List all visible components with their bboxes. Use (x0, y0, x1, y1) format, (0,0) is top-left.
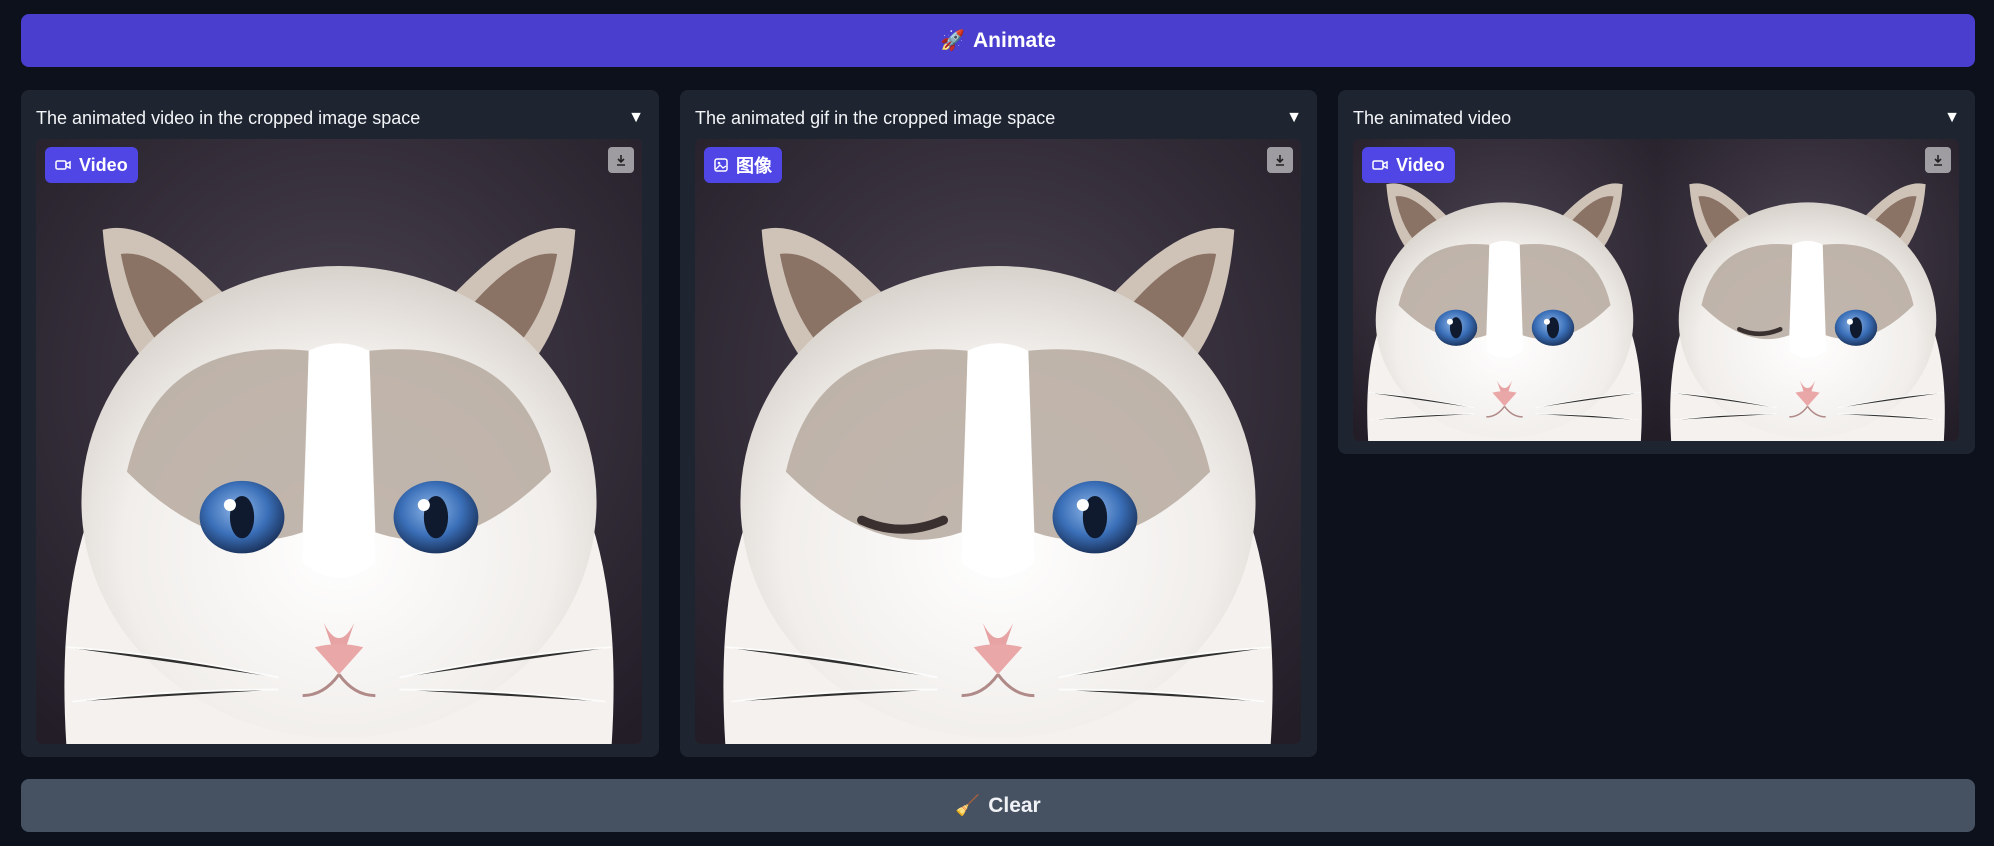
panel-title: The animated video in the cropped image … (36, 107, 421, 128)
cat-image-winking (695, 139, 1301, 744)
animate-button-label: Animate (973, 28, 1056, 52)
animate-button[interactable]: 🚀 Animate (21, 14, 1975, 67)
badge-label: 图像 (736, 156, 772, 176)
panel-animated-video: The animated video ▼ Video (1338, 90, 1975, 454)
cat-image (36, 139, 642, 744)
cat-image-art (695, 139, 1301, 744)
cat-image-left (1353, 139, 1656, 441)
panel-header: The animated gif in the cropped image sp… (695, 104, 1302, 132)
video-camera-icon (55, 160, 71, 170)
cat-image-art (1353, 139, 1656, 441)
download-icon (617, 155, 625, 166)
panel-cropped-video: The animated video in the cropped image … (21, 90, 659, 757)
cat-image-right-winking (1656, 139, 1959, 441)
clear-button[interactable]: 🧹 Clear (21, 779, 1975, 832)
broom-icon: 🧹 (955, 795, 981, 817)
cat-image-art (36, 139, 642, 744)
video-player[interactable]: Video (36, 139, 642, 744)
panel-cropped-gif: The animated gif in the cropped image sp… (680, 90, 1317, 757)
media-type-badge: Video (45, 147, 138, 183)
media-type-badge: 图像 (704, 147, 782, 183)
badge-label: Video (1396, 154, 1445, 175)
download-button[interactable] (1925, 147, 1951, 173)
badge-label: Video (79, 154, 128, 175)
download-button[interactable] (1267, 147, 1293, 173)
panel-header: The animated video in the cropped image … (36, 104, 644, 132)
video-camera-icon (1372, 160, 1388, 170)
image-icon (714, 158, 728, 172)
download-icon (1276, 155, 1284, 166)
panel-title: The animated gif in the cropped image sp… (695, 107, 1056, 128)
download-icon (1934, 155, 1942, 166)
collapse-toggle-icon[interactable]: ▼ (1286, 109, 1302, 127)
collapse-toggle-icon[interactable]: ▼ (1944, 109, 1960, 127)
panel-header: The animated video ▼ (1353, 104, 1960, 132)
media-type-badge: Video (1362, 147, 1455, 183)
cat-image-art (1656, 139, 1959, 441)
video-player[interactable]: Video (1353, 139, 1959, 441)
collapse-toggle-icon[interactable]: ▼ (628, 109, 644, 127)
clear-button-label: Clear (988, 793, 1041, 817)
rocket-icon: 🚀 (940, 30, 966, 52)
panel-title: The animated video (1353, 107, 1512, 128)
gif-image[interactable]: 图像 (695, 139, 1301, 744)
download-button[interactable] (608, 147, 634, 173)
